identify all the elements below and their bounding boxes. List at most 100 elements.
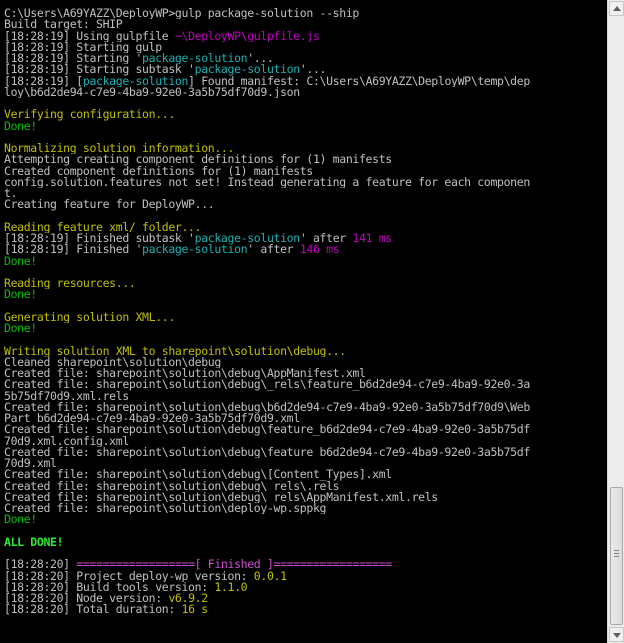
console-line: [18:28:20] Node version: v6.9.2 [4,593,606,604]
console-text: ' after [247,244,300,256]
console-text: 146 ms [299,244,340,256]
console-line: config.solution.features not set! Instea… [4,177,606,188]
console-text: v6.9.2 [168,593,208,605]
console-text: Done! [4,323,37,335]
console-line: Created file: sharepoint\solution\debug\… [4,492,606,503]
console-text: Reading feature_xml/ folder... [4,221,202,233]
console-text: ==================[ Finished ]==========… [76,559,392,571]
console-line: ALL DONE! [4,537,606,548]
console-text: Created file: sharepoint\solution\deploy… [4,503,327,515]
console-line: Created file: sharepoint\solution\debug\… [4,447,606,458]
console-text: t. [4,188,18,200]
console-text: ] Found manifest: C:\Users\A69YAZZ\Deplo… [188,75,530,87]
console-text: Done! [4,255,37,267]
console-text: Created file: sharepoint\solution\debug\… [4,469,392,481]
console-line: Done! [4,256,606,267]
console-line: Writing solution XML to sharepoint\solut… [4,346,606,357]
chevron-down-icon [613,633,621,638]
console-line: Verifying configuration... [4,109,606,120]
console-text: [18:28:20] Total duration: [4,604,182,616]
scroll-down-button[interactable] [609,627,624,642]
console-line: Generating solution XML... [4,312,606,323]
console-text: Generating solution XML... [4,311,175,323]
console-line: Created file: sharepoint\solution\debug\… [4,469,606,480]
console-text: loy\b6d2de94-c7e9-4ba9-92e0-3a5b75df70d9… [4,86,300,98]
console-text: C:\Users\A69YAZZ\DeployWP>gulp package-s… [4,8,359,20]
console-output: C:\Users\A69YAZZ\DeployWP>gulp package-s… [0,0,606,616]
console-line: t. [4,188,606,199]
console-text: '... [247,53,274,65]
console-line: [18:28:19] Finished 'package-solution' a… [4,244,606,255]
console-text: Done! [4,289,37,301]
console-line: Created file: sharepoint\solution\debug\… [4,368,606,379]
console-line: Created file: sharepoint\solution\deploy… [4,503,606,514]
console-line: [18:28:20] Build tools version: 1.1.0 [4,582,606,593]
scroll-up-button[interactable] [609,1,624,16]
console-line: Done! [4,514,606,525]
grip-line [614,556,619,557]
console-text: [18:28:19] Starting gulp [4,41,162,53]
console-window[interactable]: C:\Users\A69YAZZ\DeployWP>gulp package-s… [0,0,606,643]
console-text: [18:28:20] Build tools version: [4,581,215,593]
console-text: Build target: SHIP [4,19,123,31]
console-line: Reading resources... [4,278,606,289]
console-text: 16 s [181,604,209,616]
console-text: Reading resources... [4,278,136,290]
console-line: Created component definitions for (1) ma… [4,166,606,177]
console-text: config.solution.features not set! Instea… [4,176,530,188]
console-text: [18:28:19] Using gulpfile [4,30,175,42]
console-line: loy\b6d2de94-c7e9-4ba9-92e0-3a5b75df70d9… [4,87,606,98]
console-line: [18:28:19] Starting subtask 'package-sol… [4,64,606,75]
scroll-thumb[interactable] [610,487,623,625]
console-line: C:\Users\A69YAZZ\DeployWP>gulp package-s… [4,8,606,19]
console-text: 70d9.xml [4,458,57,470]
console-text: Normalizing solution information... [4,143,235,155]
console-text: [18:28:19] Finished ' [4,244,143,256]
console-line: Created file: sharepoint\solution\debug\… [4,402,606,413]
console-line: Created file: sharepoint\solution\debug\… [4,379,606,390]
console-text: [18:28:19] Starting subtask ' [4,64,195,76]
console-text: Created file: sharepoint\solution\debug\… [4,379,530,391]
console-line: [18:28:20] ==================[ Finished … [4,559,606,570]
console-text: package-solution [142,53,248,65]
console-text: Created file: sharepoint\solution\debug\… [4,401,530,413]
console-text: Part_b6d2de94-c7e9-4ba9-92e0-3a5b75df70d… [4,413,300,425]
console-line: [18:28:20] Total duration: 16 s [4,604,606,615]
console-text: Created file: sharepoint\solution\debug\… [4,424,530,436]
vertical-scrollbar[interactable] [607,0,624,643]
grip-line [614,553,619,554]
console-text: [18:28:19] Finished subtask ' [4,233,195,245]
console-line: Build target: SHIP [4,19,606,30]
console-text: [18:28:20] Project deploy-wp version: [4,570,254,582]
console-text: package-solution [194,233,301,245]
console-text: '... [299,64,327,76]
console-text: Created file: sharepoint\solution\debug\… [4,368,366,380]
grip-line [614,550,619,551]
console-line: Creating feature for DeployWP... [4,199,606,210]
console-text: Created file: sharepoint\solution\debug\… [4,491,438,503]
console-text: 0.0.1 [253,570,287,582]
console-text: 5b75df70d9.xml.rels [4,390,129,402]
console-text: ' after [299,233,353,245]
console-line: Created file: sharepoint\solution\debug\… [4,424,606,435]
console-text: Done! [4,120,37,132]
console-line: [18:28:20] Project deploy-wp version: 0.… [4,571,606,582]
console-line: [18:28:19] Finished subtask 'package-sol… [4,233,606,244]
console-text: ALL DONE! [4,536,64,548]
console-line: Part_b6d2de94-c7e9-4ba9-92e0-3a5b75df70d… [4,413,606,424]
console-line: 5b75df70d9.xml.rels [4,391,606,402]
console-text: Created file: sharepoint\solution\debug\… [4,446,530,458]
console-line: Done! [4,121,606,132]
console-line: Attempting creating component definition… [4,154,606,165]
console-text: Done! [4,514,37,526]
console-text: package-solution [142,244,248,256]
chevron-up-icon [613,6,621,11]
console-text: Creating feature for DeployWP... [4,199,215,211]
console-line: Reading feature_xml/ folder... [4,222,606,233]
